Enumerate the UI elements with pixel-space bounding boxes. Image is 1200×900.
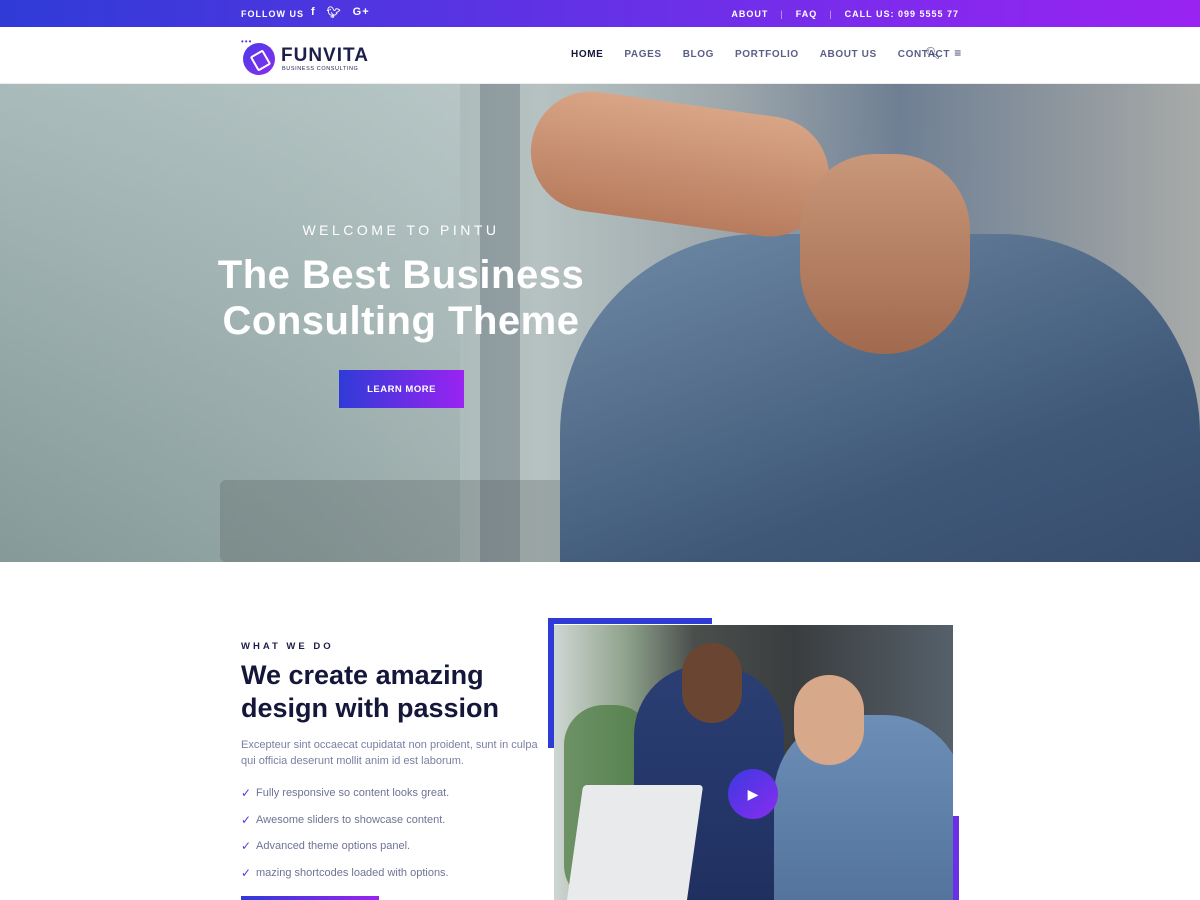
hero-title-part: The Best <box>217 253 403 297</box>
nav-blog[interactable]: BLOG <box>683 49 714 60</box>
logo-name: FUNVITA <box>281 45 369 66</box>
top-bar: FOLLOW US f 🐦︎ G+ ABOUT | FAQ | CALL US:… <box>0 0 1200 27</box>
feature-text: Fully responsive so content looks great. <box>256 787 450 800</box>
hero-title-highlight: Consulting <box>222 299 437 343</box>
list-item: ✓ Awesome sliders to showcase content. <box>241 807 449 834</box>
check-icon: ✓ <box>241 839 252 854</box>
video-person-right-head <box>794 675 864 765</box>
call-us-text[interactable]: CALL US: 099 5555 77 <box>845 9 959 19</box>
twitter-icon[interactable]: 🐦︎ <box>327 6 342 19</box>
main-nav: HOME PAGES BLOG PORTFOLIO ABOUT US CONTA… <box>571 49 950 60</box>
video-frame-accent <box>548 618 712 624</box>
list-item: ✓ mazing shortcodes loaded with options. <box>241 860 449 887</box>
video-laptop <box>564 785 704 900</box>
nav-portfolio[interactable]: PORTFOLIO <box>735 49 799 60</box>
social-links: f 🐦︎ G+ <box>311 6 370 19</box>
separator: | <box>780 9 784 19</box>
nav-about-us[interactable]: ABOUT US <box>820 49 877 60</box>
feature-text: mazing shortcodes loaded with options. <box>256 866 449 879</box>
check-icon: ✓ <box>241 786 252 801</box>
play-icon[interactable]: ▶ <box>728 769 778 819</box>
separator: | <box>829 9 833 19</box>
nav-home[interactable]: HOME <box>571 49 603 60</box>
about-link[interactable]: ABOUT <box>731 9 768 19</box>
facebook-icon[interactable]: f <box>311 6 316 19</box>
check-icon: ✓ <box>241 812 252 827</box>
check-icon: ✓ <box>241 865 252 880</box>
feature-text: Advanced theme options panel. <box>256 840 411 853</box>
video-thumbnail[interactable] <box>554 625 953 900</box>
search-icon[interactable]: 🔍︎ <box>925 46 940 60</box>
menu-icon[interactable]: ≡ <box>954 46 961 60</box>
hero-person-arm <box>523 84 837 245</box>
section-title: We create amazing design with passion <box>241 660 500 723</box>
hero-subtitle: WELCOME TO PINTU <box>302 222 500 238</box>
learn-more-button[interactable]: LEARN MORE <box>339 370 464 408</box>
hero-content: WELCOME TO PINTU The Best Business Consu… <box>200 222 602 344</box>
section-accent-bar <box>241 896 379 900</box>
nav-pages[interactable]: PAGES <box>624 49 661 60</box>
top-bar-links: ABOUT | FAQ | CALL US: 099 5555 77 <box>731 9 959 19</box>
video-person-left-head <box>682 643 742 723</box>
main-header: ••• FUNVITA BUSINESS CONSULTING HOME PAG… <box>0 27 1200 84</box>
follow-us-label: FOLLOW US <box>241 9 304 19</box>
section-eyebrow: WHAT WE DO <box>241 641 334 652</box>
logo-tagline: BUSINESS CONSULTING <box>282 66 359 72</box>
feature-list: ✓ Fully responsive so content looks great… <box>241 780 449 886</box>
section-description: Excepteur sint occaecat cupidatat non pr… <box>241 739 538 767</box>
header-icons: 🔍︎ ≡ <box>925 46 961 60</box>
list-item: ✓ Fully responsive so content looks great… <box>241 780 449 807</box>
faq-link[interactable]: FAQ <box>796 9 818 19</box>
feature-text: Awesome sliders to showcase content. <box>256 813 446 826</box>
hero-person-head <box>800 154 970 354</box>
video-frame-accent <box>953 816 959 900</box>
logo[interactable]: ••• FUNVITA BUSINESS CONSULTING <box>241 35 381 75</box>
list-item: ✓ Advanced theme options panel. <box>241 833 449 860</box>
google-plus-icon[interactable]: G+ <box>353 6 370 19</box>
hero-title-part: Theme <box>436 299 580 343</box>
logo-mark-icon <box>243 43 275 75</box>
hero-title: The Best Business Consulting Theme <box>200 252 602 344</box>
hero-title-highlight: Business <box>402 253 585 297</box>
